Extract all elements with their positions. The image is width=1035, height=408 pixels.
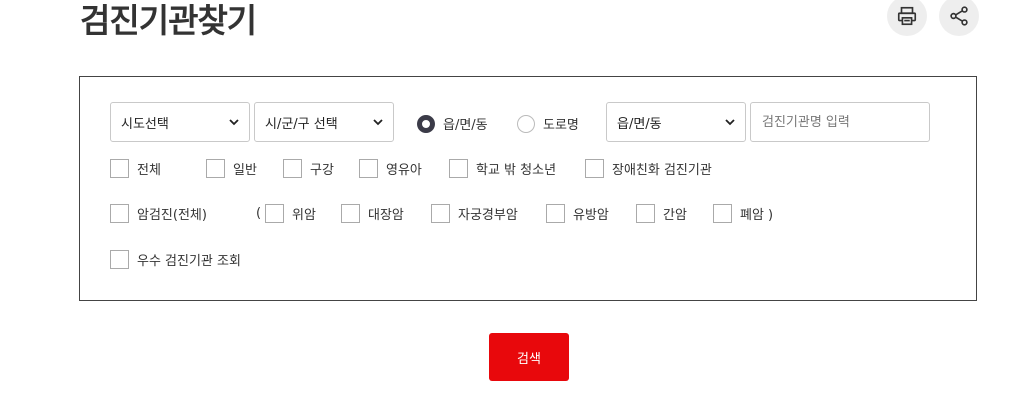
sido-select-value: 시도선택: [121, 116, 169, 132]
sigungu-select-value: 시/군/구 선택: [265, 116, 338, 132]
checkbox-icon: [546, 204, 565, 223]
radio-road-name[interactable]: 도로명: [517, 114, 579, 133]
checkbox-oral-label: 구강: [310, 163, 334, 178]
checkbox-stomach-cancer-label: 위암: [292, 208, 316, 223]
checkbox-icon: [636, 204, 655, 223]
checkbox-lung-cancer[interactable]: 폐암 ): [713, 204, 773, 223]
radio-eupmyeondong[interactable]: 읍/면/동: [417, 114, 488, 133]
checkbox-infant-label: 영유아: [386, 163, 422, 178]
checkbox-out-of-school-label: 학교 밖 청소년: [476, 163, 557, 178]
radio-road-name-label: 도로명: [543, 118, 579, 133]
checkbox-icon: [359, 159, 378, 178]
checkbox-lung-cancer-label: 폐암 ): [740, 208, 774, 223]
chevron-down-icon: [373, 119, 383, 126]
checkbox-all[interactable]: 전체: [110, 159, 161, 178]
checkbox-disability-friendly-label: 장애친화 검진기관: [612, 163, 712, 178]
checkbox-out-of-school[interactable]: 학교 밖 청소년: [449, 159, 556, 178]
checkbox-icon: [449, 159, 468, 178]
dong-select-value: 읍/면/동: [617, 116, 662, 132]
search-button[interactable]: 검색: [489, 333, 569, 381]
checkbox-icon: [110, 204, 129, 223]
sigungu-select[interactable]: 시/군/구 선택: [254, 102, 394, 142]
checkbox-icon: [110, 250, 129, 269]
checkbox-liver-cancer-label: 간암: [663, 208, 687, 223]
radio-selected-icon: [417, 114, 435, 133]
share-icon: [950, 6, 968, 26]
dong-select[interactable]: 읍/면/동: [606, 102, 746, 142]
checkbox-oral[interactable]: 구강: [283, 159, 334, 178]
radio-eupmyeondong-label: 읍/면/동: [443, 118, 488, 133]
checkbox-colorectal-cancer-label: 대장암: [368, 208, 404, 223]
checkbox-icon: [341, 204, 360, 223]
chevron-down-icon: [229, 119, 239, 126]
checkbox-icon: [283, 159, 302, 178]
checkbox-general[interactable]: 일반: [206, 159, 257, 178]
checkbox-infant[interactable]: 영유아: [359, 159, 422, 178]
checkbox-icon: [431, 204, 450, 223]
checkbox-all-label: 전체: [137, 163, 161, 178]
checkbox-icon: [585, 159, 604, 178]
checkbox-icon: [265, 204, 284, 223]
page-title: 검진기관찾기: [80, 1, 257, 40]
share-button[interactable]: [939, 0, 979, 36]
checkbox-breast-cancer[interactable]: 유방암: [546, 204, 609, 223]
open-parenthesis: (: [256, 206, 262, 221]
checkbox-breast-cancer-label: 유방암: [573, 208, 609, 223]
checkbox-stomach-cancer[interactable]: 위암: [265, 204, 316, 223]
checkbox-cervical-cancer-label: 자궁경부암: [458, 208, 518, 223]
checkbox-icon: [206, 159, 225, 178]
checkbox-icon: [713, 204, 732, 223]
checkbox-general-label: 일반: [233, 163, 257, 178]
print-button[interactable]: [887, 0, 927, 36]
checkbox-cervical-cancer[interactable]: 자궁경부암: [431, 204, 518, 223]
checkbox-cancer-all[interactable]: 암검진(전체): [110, 204, 207, 223]
radio-unselected-icon: [517, 114, 535, 133]
checkbox-liver-cancer[interactable]: 간암: [636, 204, 687, 223]
checkbox-cancer-all-label: 암검진(전체): [137, 208, 207, 223]
checkbox-excellent-institution[interactable]: 우수 검진기관 조회: [110, 250, 241, 269]
checkbox-colorectal-cancer[interactable]: 대장암: [341, 204, 404, 223]
institution-name-input[interactable]: [750, 102, 930, 142]
checkbox-excellent-institution-label: 우수 검진기관 조회: [137, 254, 241, 269]
printer-icon: [897, 6, 917, 26]
chevron-down-icon: [725, 119, 735, 126]
checkbox-disability-friendly[interactable]: 장애친화 검진기관: [585, 159, 712, 178]
search-filter-panel: 시도선택 시/군/구 선택 읍/면/동 도로명 읍/면/동 전체 일반 구강 영…: [79, 76, 977, 301]
sido-select[interactable]: 시도선택: [110, 102, 250, 142]
checkbox-icon: [110, 159, 129, 178]
